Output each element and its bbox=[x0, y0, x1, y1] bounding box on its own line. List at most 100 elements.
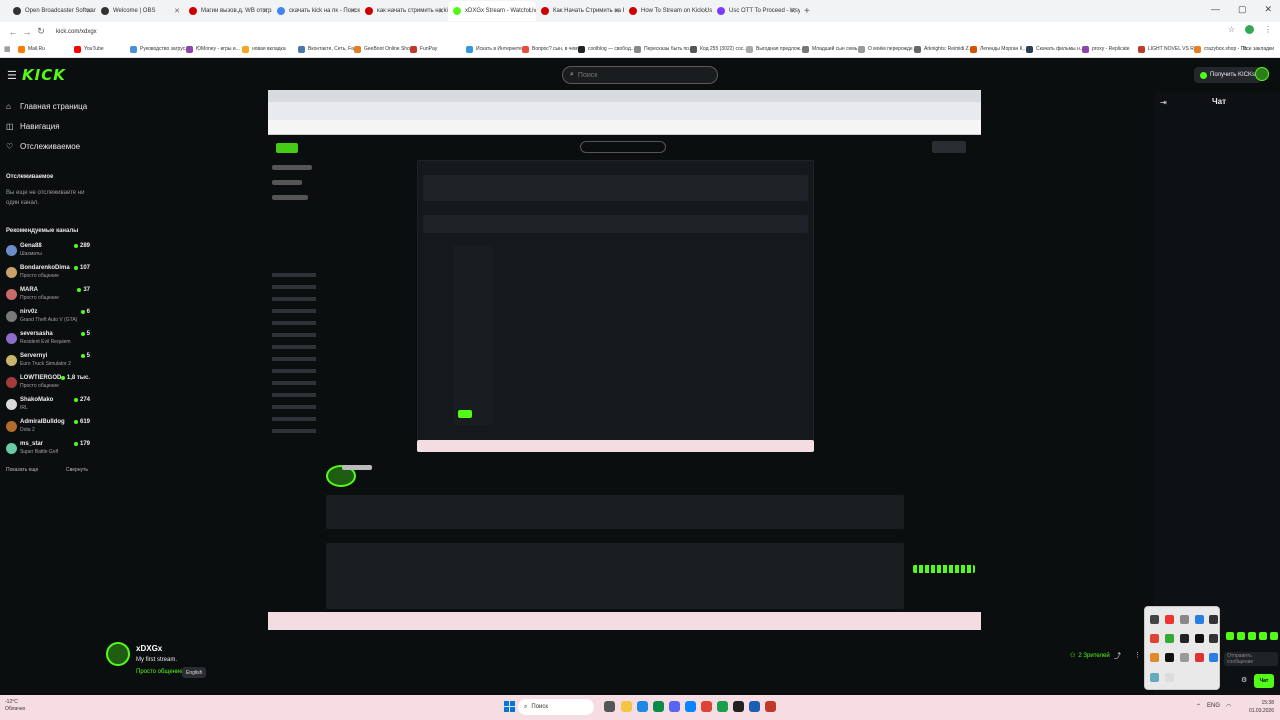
browser-tab[interactable]: xDXGx Stream - Watch Live ✕ bbox=[448, 1, 536, 21]
bookmark-item[interactable]: LIGHT NOVEL VS R... bbox=[1138, 45, 1194, 53]
recommended-channel[interactable]: Servernyi Euro Truck Simulator 25 bbox=[6, 352, 90, 372]
stream-category[interactable]: Просто общение bbox=[136, 669, 183, 675]
tray-app-icon[interactable] bbox=[1150, 634, 1159, 643]
browser-tab[interactable]: Open Broadcaster Software | O✕ bbox=[8, 1, 96, 21]
chat-settings-icon[interactable]: ⚙ bbox=[1241, 676, 1247, 684]
chat-send-button[interactable]: Чат bbox=[1254, 674, 1274, 688]
more-options-icon[interactable]: ⋮ bbox=[1134, 651, 1141, 659]
show-more-link[interactable]: Показать еще bbox=[6, 467, 38, 473]
close-tab-icon[interactable]: ✕ bbox=[526, 7, 532, 15]
windows-start-icon[interactable] bbox=[504, 701, 515, 712]
recommended-channel[interactable]: BondarenkoDima Просто общение 107 bbox=[6, 264, 90, 284]
browser-tab[interactable]: Welcome | OBS ✕ bbox=[96, 1, 184, 21]
bookmark-item[interactable]: Arknights: Reimidi Z... bbox=[914, 45, 970, 53]
forward-icon[interactable]: → bbox=[20, 27, 34, 37]
tray-app-icon[interactable] bbox=[1195, 615, 1204, 624]
tray-app-icon[interactable] bbox=[1209, 634, 1218, 643]
recommended-channel[interactable]: MARA Просто общение 37 bbox=[6, 286, 90, 306]
bookmark-item[interactable]: Руководство загрус... bbox=[130, 45, 186, 53]
chat-input[interactable]: Отправить сообщение bbox=[1224, 652, 1278, 666]
new-tab-button[interactable]: + bbox=[804, 6, 810, 17]
bookmark-item[interactable]: Младший сын семь... bbox=[802, 45, 858, 53]
taskbar-search[interactable]: ⌕ Поиск bbox=[518, 699, 594, 715]
close-tab-icon[interactable]: ✕ bbox=[614, 7, 620, 15]
bookmark-item[interactable]: YouTube bbox=[74, 45, 130, 53]
clock[interactable]: 15:38 01.03.2026 bbox=[1249, 699, 1274, 715]
menu-icon[interactable]: ⋮ bbox=[1264, 25, 1272, 34]
maximize-icon[interactable]: ▢ bbox=[1238, 4, 1247, 15]
bookmark-item[interactable]: Скачать фильмы н... bbox=[1026, 45, 1082, 53]
weather-widget[interactable]: -12°C Облачно bbox=[5, 699, 25, 713]
url-field[interactable]: kick.com/xdxgx bbox=[56, 29, 97, 35]
recommended-channel[interactable]: seversasha Resident Evil Requiem 5 bbox=[6, 330, 90, 350]
all-bookmarks-link[interactable]: Все закладки bbox=[1243, 46, 1274, 52]
steam-icon[interactable] bbox=[749, 701, 760, 712]
bookmark-item[interactable]: proxy - Replicate bbox=[1082, 45, 1138, 53]
tray-app-icon[interactable] bbox=[1165, 653, 1174, 662]
close-tab-icon[interactable]: ✕ bbox=[174, 7, 180, 15]
get-kicks-button[interactable]: Получить KICKs bbox=[1194, 67, 1262, 83]
channel-avatar[interactable] bbox=[106, 642, 130, 666]
recommended-channel[interactable]: Gena88 Шахматы 289 bbox=[6, 242, 90, 262]
language-tag[interactable]: English bbox=[182, 667, 207, 678]
browser-tab[interactable]: Как Начать Стримить на Kick✕ bbox=[536, 1, 624, 21]
nav-browse[interactable]: ◫ Навигация bbox=[6, 122, 60, 131]
emote-icon[interactable] bbox=[1237, 632, 1245, 640]
close-tab-icon[interactable]: ✕ bbox=[350, 7, 356, 15]
channel-name[interactable]: xDXGx bbox=[136, 644, 162, 653]
app-icon[interactable] bbox=[765, 701, 776, 712]
close-tab-icon[interactable]: ✕ bbox=[86, 7, 92, 15]
bookmark-item[interactable]: Легенды Морган К... bbox=[970, 45, 1026, 53]
tray-app-icon[interactable] bbox=[1150, 653, 1159, 662]
bookmark-item[interactable]: Код 255 (3022) сос... bbox=[690, 45, 746, 53]
browser-tab[interactable]: How To Stream on Kick Using✕ bbox=[624, 1, 712, 21]
close-tab-icon[interactable]: ✕ bbox=[262, 7, 268, 15]
language-indicator[interactable]: ENG bbox=[1207, 703, 1220, 710]
recommended-channel[interactable]: AdmiralBulldog Dota 2 619 bbox=[6, 418, 90, 438]
emote-icon[interactable] bbox=[1259, 632, 1267, 640]
tray-app-icon[interactable] bbox=[1195, 634, 1204, 643]
recommended-channel[interactable]: ShakoMako IRL 274 bbox=[6, 396, 90, 416]
bookmark-item[interactable]: Mail.Ru bbox=[18, 45, 74, 53]
apps-icon[interactable]: ▦ bbox=[4, 45, 18, 53]
bookmark-item[interactable]: GeeBoot Online Sho... bbox=[354, 45, 410, 53]
tray-app-icon[interactable] bbox=[1165, 634, 1174, 643]
bookmark-item[interactable]: О моём перерожде... bbox=[858, 45, 914, 53]
star-icon[interactable]: ☆ bbox=[1228, 25, 1235, 34]
tray-expand-icon[interactable]: ⌃ bbox=[1196, 703, 1201, 710]
obs-icon[interactable] bbox=[733, 701, 744, 712]
browser-tab[interactable]: Usc OTT To Proceed - ktsyuy ✕ bbox=[712, 1, 800, 21]
close-tab-icon[interactable]: ✕ bbox=[438, 7, 444, 15]
tray-app-icon[interactable] bbox=[1150, 615, 1159, 624]
emote-icon[interactable] bbox=[1226, 632, 1234, 640]
hamburger-menu-icon[interactable]: ☰ bbox=[7, 69, 17, 82]
task-view-icon[interactable] bbox=[604, 701, 615, 712]
video-player[interactable] bbox=[268, 90, 981, 630]
kick-logo[interactable]: KICK bbox=[22, 66, 66, 84]
bookmark-item[interactable]: новая вкладка bbox=[242, 45, 298, 53]
tray-app-icon[interactable] bbox=[1165, 615, 1174, 624]
profile-icon[interactable] bbox=[1245, 25, 1254, 34]
collapse-chat-icon[interactable]: ⇥ bbox=[1160, 98, 1167, 107]
tray-app-icon[interactable] bbox=[1209, 615, 1218, 624]
close-window-icon[interactable]: ✕ bbox=[1264, 4, 1272, 15]
bookmark-item[interactable]: ЮMoney - игры и... bbox=[186, 45, 242, 53]
tray-app-icon[interactable] bbox=[1165, 673, 1174, 682]
bookmark-item[interactable]: Вконтакте, Сеть, Fa... bbox=[298, 45, 354, 53]
discord-icon[interactable] bbox=[669, 701, 680, 712]
reload-icon[interactable]: ↻ bbox=[34, 26, 48, 37]
bookmark-item[interactable]: coolblog — свобод... bbox=[578, 45, 634, 53]
bookmark-item[interactable]: Вопрос? сын, в чем... bbox=[522, 45, 578, 53]
search-input[interactable] bbox=[577, 71, 698, 79]
back-icon[interactable]: ← bbox=[6, 27, 20, 37]
collapse-link[interactable]: Свернуть bbox=[66, 467, 88, 473]
tray-app-icon[interactable] bbox=[1180, 615, 1189, 624]
close-tab-icon[interactable]: ✕ bbox=[702, 7, 708, 15]
recommended-channel[interactable]: nirv0z Grand Theft Auto V (GTA) 6 bbox=[6, 308, 90, 328]
share-icon[interactable]: ⤴ bbox=[1114, 651, 1121, 661]
user-avatar[interactable] bbox=[1255, 67, 1269, 81]
search-box[interactable]: ⌕ bbox=[562, 66, 718, 84]
nav-home[interactable]: ⌂ Главная страница bbox=[6, 102, 87, 111]
emote-icon[interactable] bbox=[1270, 632, 1278, 640]
recommended-channel[interactable]: LOWTIERGOD Просто общение 1,8 тыс. bbox=[6, 374, 90, 394]
